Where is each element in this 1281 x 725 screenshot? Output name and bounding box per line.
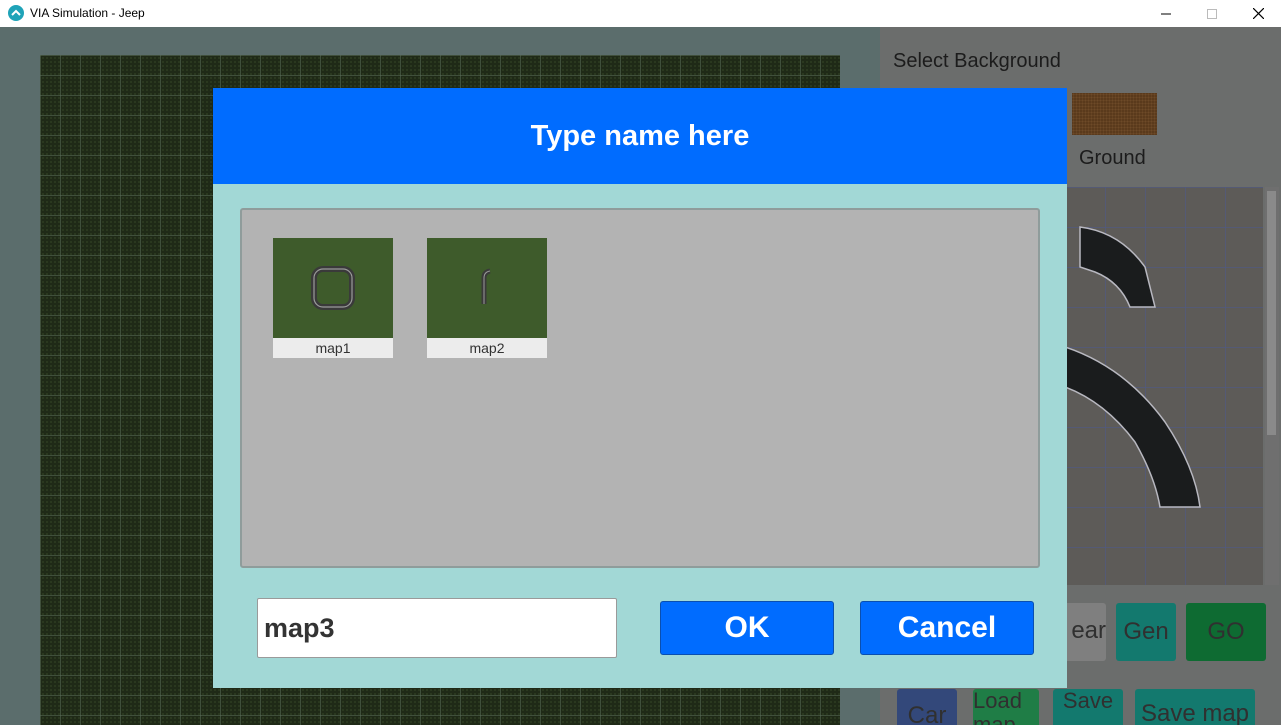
- select-background-label: Select Background: [893, 50, 1061, 72]
- map-item[interactable]: map1: [273, 238, 393, 358]
- maximize-icon: [1207, 8, 1217, 19]
- ground-swatch[interactable]: [1072, 93, 1157, 135]
- map-item[interactable]: map2: [427, 238, 547, 358]
- close-button[interactable]: [1235, 0, 1281, 27]
- car-button[interactable]: Car: [897, 689, 957, 725]
- gen-button[interactable]: Gen: [1116, 603, 1176, 661]
- map-thumbnail: [273, 238, 393, 338]
- curve-track-icon: [481, 268, 491, 304]
- map-name: map1: [273, 338, 393, 358]
- save-map-dialog: Type name here map1 map2 OK Cancel: [213, 88, 1067, 688]
- save-button[interactable]: Save: [1053, 689, 1123, 725]
- window-title: VIA Simulation - Jeep: [30, 6, 145, 20]
- minimize-icon: [1161, 13, 1171, 14]
- cancel-button[interactable]: Cancel: [860, 601, 1034, 655]
- track-pieces-grid[interactable]: [1065, 187, 1263, 585]
- close-icon: [1252, 8, 1264, 19]
- go-button[interactable]: GO: [1186, 603, 1266, 661]
- app-logo-icon: [8, 5, 24, 21]
- load-map-button[interactable]: Load map: [973, 689, 1039, 725]
- curve-track-pieces-icon: [1065, 226, 1201, 508]
- map-thumbnail: [427, 238, 547, 338]
- scroll-thumb[interactable]: [1267, 191, 1276, 435]
- dialog-header: Type name here: [213, 88, 1067, 184]
- track-grid-scrollbar[interactable]: [1265, 187, 1279, 585]
- ground-label: Ground: [1079, 147, 1146, 169]
- title-bar: VIA Simulation - Jeep: [0, 0, 1281, 27]
- map-list: map1 map2: [240, 208, 1040, 568]
- dialog-title: Type name here: [530, 119, 750, 152]
- maximize-button[interactable]: [1189, 0, 1235, 27]
- ok-button[interactable]: OK: [660, 601, 834, 655]
- map-name: map2: [427, 338, 547, 358]
- minimize-button[interactable]: [1143, 0, 1189, 27]
- map-name-input[interactable]: [257, 598, 617, 658]
- save-map-button[interactable]: Save map: [1135, 689, 1255, 725]
- loop-track-icon: [311, 266, 355, 310]
